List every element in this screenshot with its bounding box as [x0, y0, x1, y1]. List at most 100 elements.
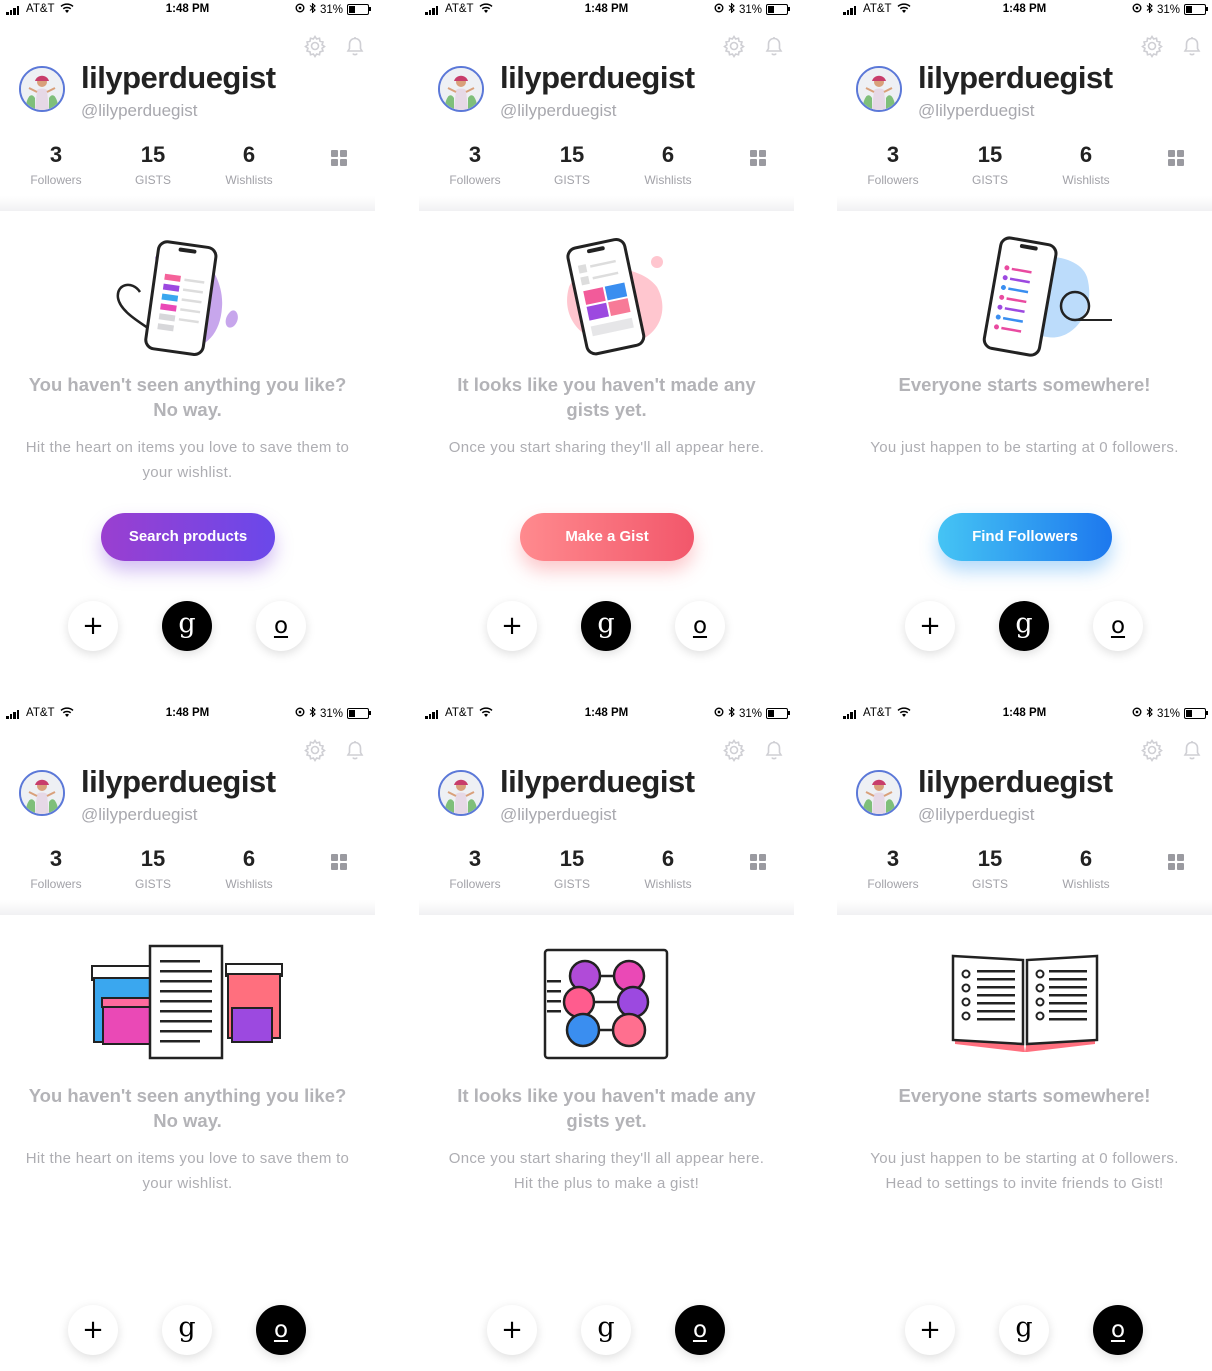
gist-feed-button[interactable]: g: [999, 1305, 1049, 1355]
profile-button[interactable]: o: [675, 1305, 725, 1355]
stat-gists[interactable]: 15 GISTS: [105, 142, 201, 187]
profile-screen-2: AT&T 1:48 PM 31% lilyperduegist @lilyper…: [419, 0, 794, 680]
avatar[interactable]: [856, 66, 902, 112]
battery-icon: [766, 708, 790, 719]
add-button[interactable]: +: [68, 1305, 118, 1355]
profile-button[interactable]: o: [256, 601, 306, 651]
stat-gists[interactable]: 15 GISTS: [942, 142, 1038, 187]
gist-feed-button[interactable]: g: [581, 1305, 631, 1355]
stat-followers[interactable]: 3 Followers: [8, 846, 104, 891]
grid-view-icon[interactable]: [1168, 150, 1184, 166]
gist-feed-button[interactable]: g: [162, 1305, 212, 1355]
gear-icon[interactable]: [1140, 738, 1164, 762]
add-button[interactable]: +: [905, 1305, 955, 1355]
stat-followers[interactable]: 3 Followers: [845, 846, 941, 891]
profile-handle: @lilyperduegist: [81, 805, 198, 824]
add-button[interactable]: +: [905, 601, 955, 651]
stat-wishlists[interactable]: 6 Wishlists: [1038, 846, 1134, 891]
plus-icon: +: [501, 611, 523, 641]
stat-followers[interactable]: 3 Followers: [845, 142, 941, 187]
stat-label: GISTS: [553, 877, 590, 891]
add-button[interactable]: +: [487, 1305, 537, 1355]
gist-feed-button[interactable]: g: [162, 601, 212, 651]
bluetooth-icon: [309, 2, 316, 16]
grid-view-icon[interactable]: [331, 854, 347, 870]
stat-label: GISTS: [971, 877, 1008, 891]
bell-icon[interactable]: [343, 738, 367, 762]
stat-followers[interactable]: 3 Followers: [427, 142, 523, 187]
grid-view-icon[interactable]: [750, 854, 766, 870]
gear-icon[interactable]: [303, 738, 327, 762]
stat-gists[interactable]: 15 GISTS: [105, 846, 201, 891]
gist-feed-button[interactable]: g: [581, 601, 631, 651]
gift-list-illustration: [0, 940, 375, 1075]
stat-label: Wishlists: [1062, 877, 1110, 891]
bell-icon[interactable]: [1180, 34, 1204, 58]
empty-state-message: Hit the heart on items you love to save …: [25, 1150, 350, 1192]
stat-wishlists[interactable]: 6 Wishlists: [620, 142, 716, 187]
profile-button[interactable]: o: [1093, 601, 1143, 651]
orientation-lock-icon: [1132, 3, 1142, 16]
bluetooth-icon: [728, 2, 735, 16]
bluetooth-icon: [309, 706, 316, 720]
status-bar: AT&T 1:48 PM 31%: [837, 704, 1212, 726]
profile-button[interactable]: o: [1093, 1305, 1143, 1355]
empty-state-message: Once you start sharing they'll all appea…: [448, 439, 765, 456]
stat-gists[interactable]: 15 GISTS: [942, 846, 1038, 891]
profile-button[interactable]: o: [256, 1305, 306, 1355]
stat-label: Wishlists: [1062, 173, 1110, 187]
avatar[interactable]: [19, 66, 65, 112]
stat-wishlists[interactable]: 6 Wishlists: [201, 142, 297, 187]
profile-screen-1: AT&T 1:48 PM 31% lilyperduegist @lilyper…: [0, 0, 375, 680]
profile-icon: o: [1110, 613, 1126, 639]
section-divider: [419, 900, 794, 915]
avatar[interactable]: [19, 770, 65, 816]
stat-gists[interactable]: 15 GISTS: [524, 846, 620, 891]
add-button[interactable]: +: [68, 601, 118, 651]
bell-icon[interactable]: [343, 34, 367, 58]
avatar[interactable]: [438, 66, 484, 112]
battery-icon: [1184, 4, 1208, 15]
bell-icon[interactable]: [762, 34, 786, 58]
stat-value: 3: [468, 142, 482, 167]
stat-label: Followers: [30, 877, 82, 891]
grid-view-icon[interactable]: [331, 150, 347, 166]
gist-feed-button[interactable]: g: [999, 601, 1049, 651]
profile-icon: o: [692, 1317, 708, 1343]
plus-icon: +: [919, 611, 941, 641]
avatar[interactable]: [856, 770, 902, 816]
stat-followers[interactable]: 3 Followers: [8, 142, 104, 187]
gear-icon[interactable]: [303, 34, 327, 58]
gear-icon[interactable]: [722, 738, 746, 762]
avatar[interactable]: [438, 770, 484, 816]
gist-logo-icon: g: [1015, 608, 1033, 639]
grid-view-icon[interactable]: [1168, 854, 1184, 870]
stat-wishlists[interactable]: 6 Wishlists: [1038, 142, 1134, 187]
bell-icon[interactable]: [1180, 738, 1204, 762]
empty-state-message: You just happen to be starting at 0 foll…: [870, 439, 1179, 456]
section-divider: [837, 196, 1212, 211]
stat-followers[interactable]: 3 Followers: [427, 846, 523, 891]
profile-icon: o: [273, 1317, 289, 1343]
stat-label: Wishlists: [644, 877, 692, 891]
profile-button[interactable]: o: [675, 601, 725, 651]
add-button[interactable]: +: [487, 601, 537, 651]
grid-view-icon[interactable]: [750, 150, 766, 166]
search-products-button[interactable]: Search products: [101, 513, 275, 561]
orientation-lock-icon: [295, 3, 305, 16]
find-followers-button[interactable]: Find Followers: [938, 513, 1112, 561]
stat-wishlists[interactable]: 6 Wishlists: [620, 846, 716, 891]
stat-label: Followers: [30, 173, 82, 187]
stat-wishlists[interactable]: 6 Wishlists: [201, 846, 297, 891]
open-book-illustration: [837, 940, 1212, 1075]
make-a-gist-button[interactable]: Make a Gist: [520, 513, 694, 561]
bluetooth-icon: [1146, 706, 1153, 720]
battery-percent: 31%: [319, 707, 343, 720]
bell-icon[interactable]: [762, 738, 786, 762]
gist-logo-icon: g: [178, 1312, 196, 1343]
stat-gists[interactable]: 15 GISTS: [524, 142, 620, 187]
stat-value: 3: [886, 142, 900, 167]
gear-icon[interactable]: [1140, 34, 1164, 58]
profile-screen-4: AT&T 1:48 PM 31% lilyperduegist @lilyper…: [0, 704, 375, 1371]
gear-icon[interactable]: [722, 34, 746, 58]
